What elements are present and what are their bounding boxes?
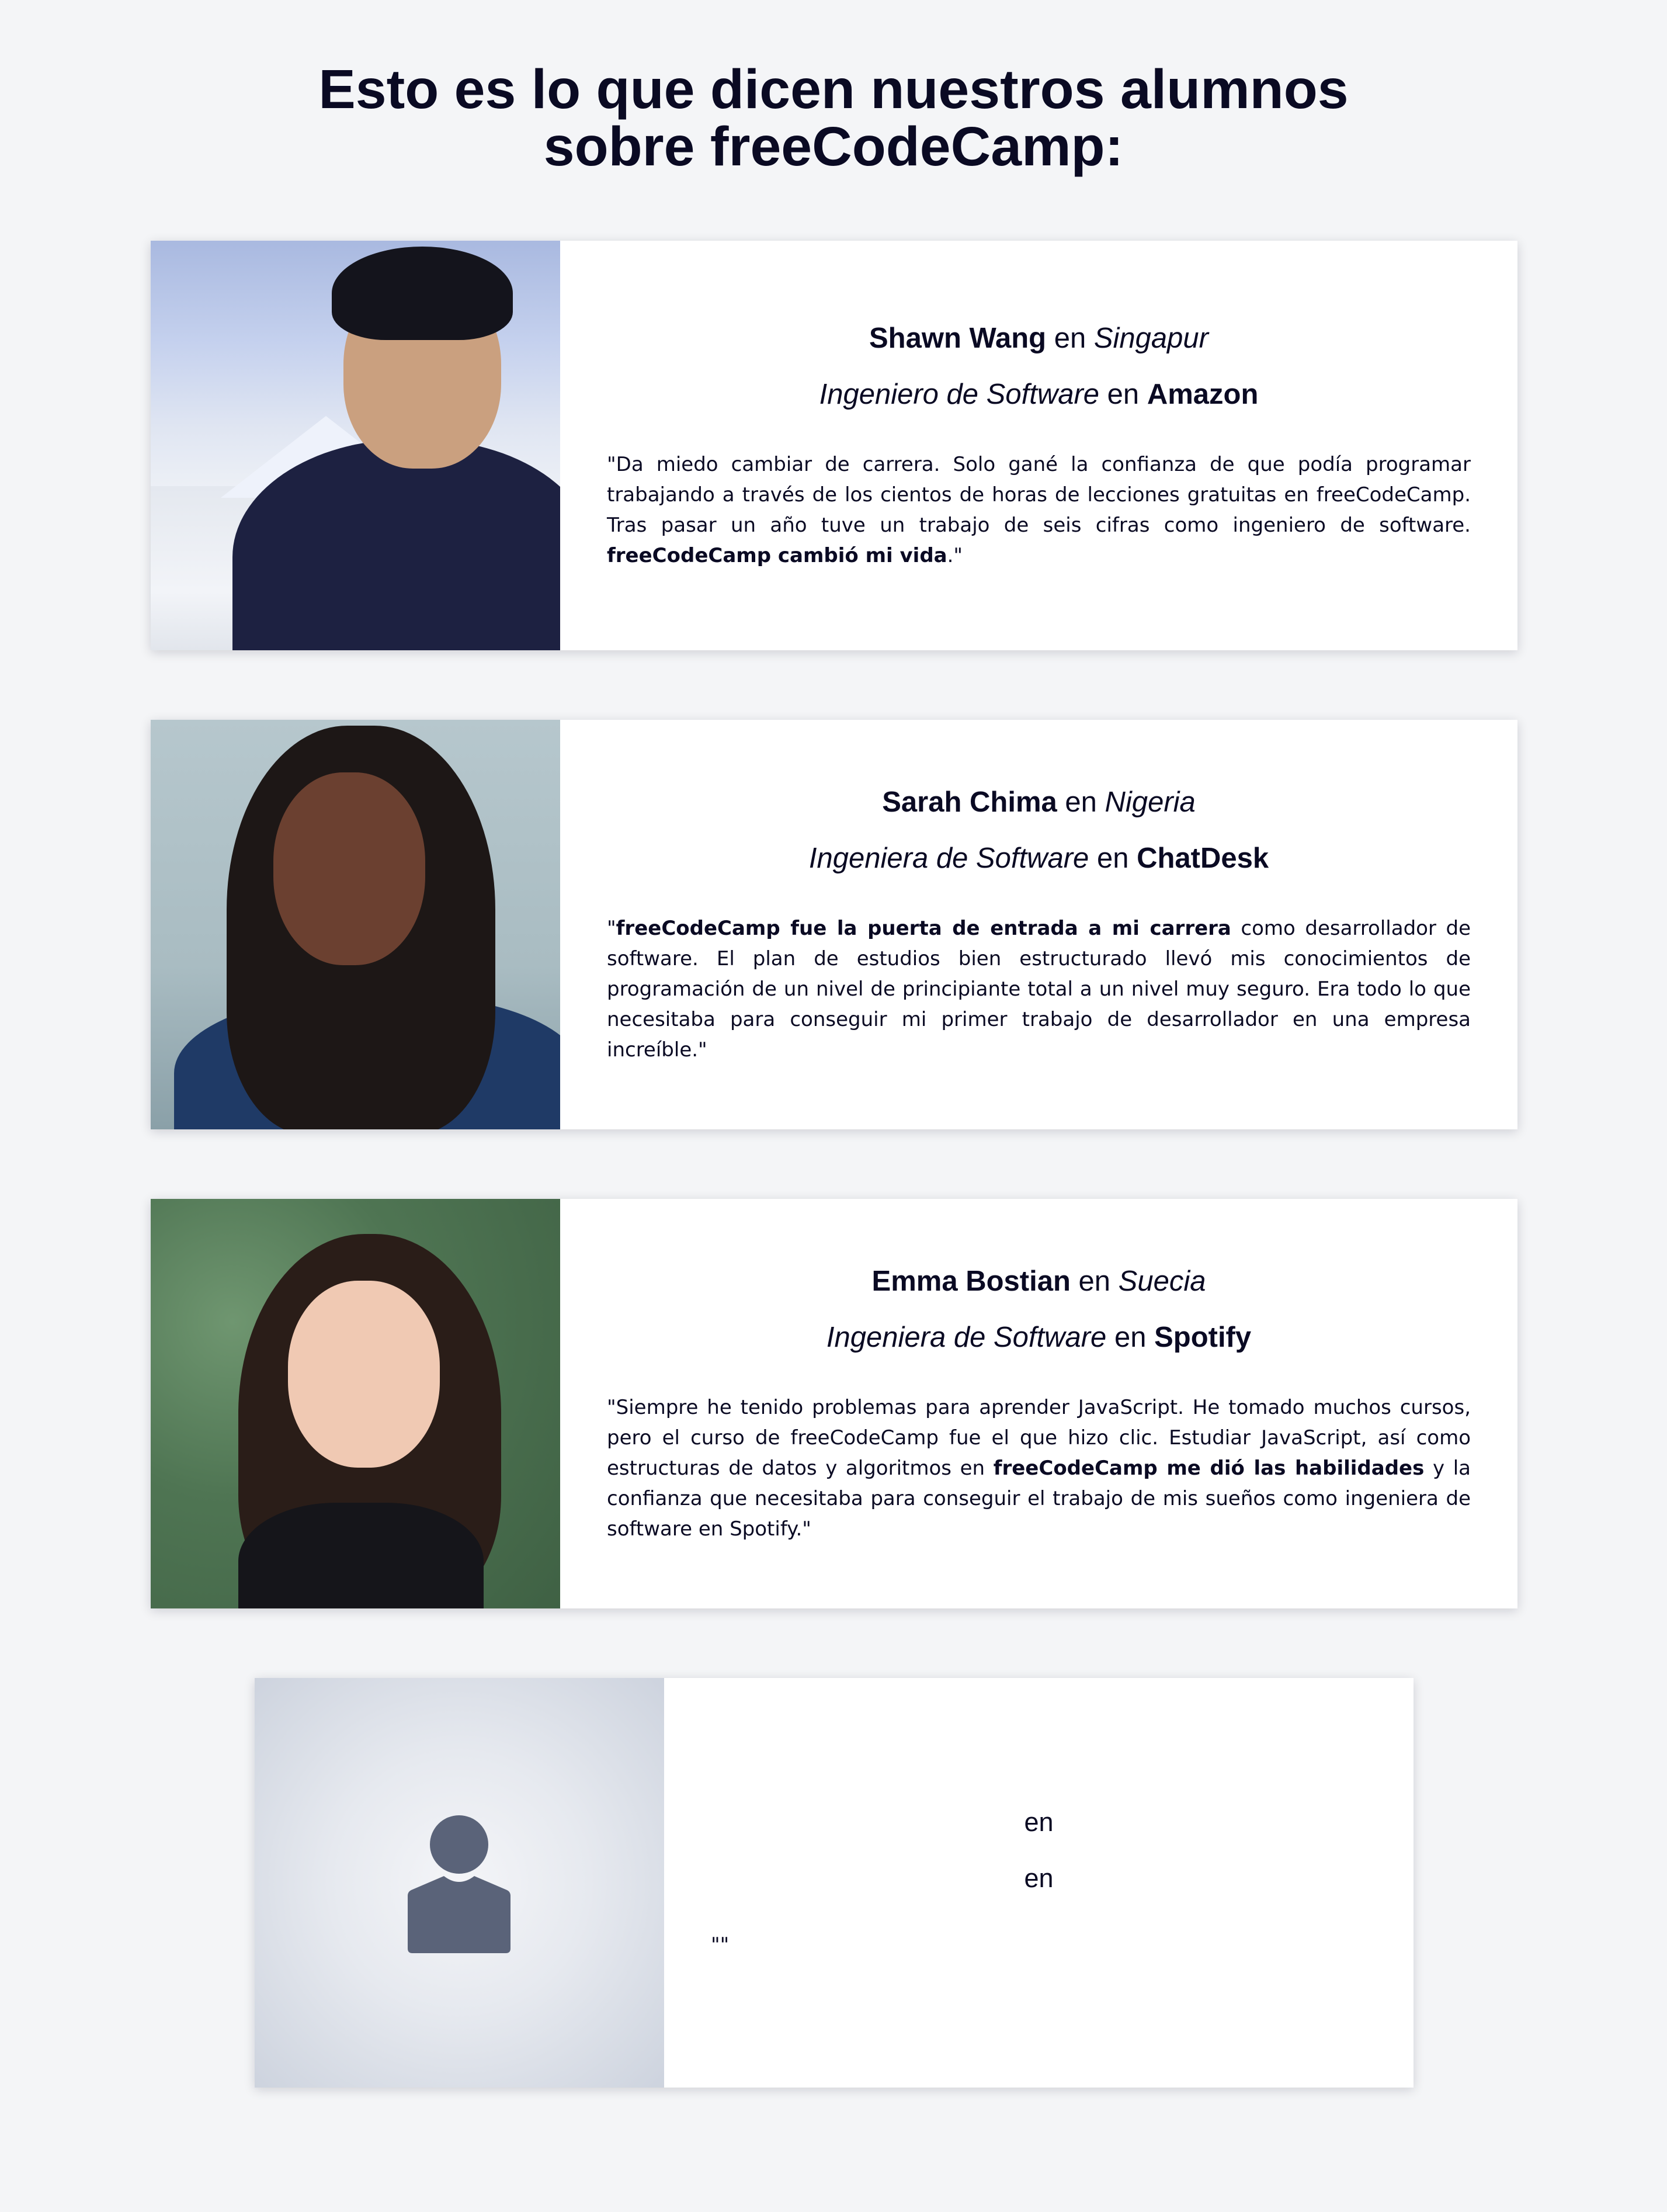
testimonial-body: Emma Bostian en Suecia Ingeniera de Soft… xyxy=(560,1199,1517,1608)
testimonial-company: Spotify xyxy=(1154,1321,1252,1353)
testimonial-body: en en "" xyxy=(664,1678,1414,2088)
testimonial-location: Singapur xyxy=(1093,322,1208,354)
testimonial-quote: "Siempre he tenido problemas para aprend… xyxy=(607,1392,1471,1544)
testimonial-card-sarah-chima: Sarah Chima en Nigeria Ingeniera de Soft… xyxy=(151,720,1517,1129)
testimonial-role: Ingeniera de Software xyxy=(808,842,1089,874)
testimonial-company: ChatDesk xyxy=(1137,842,1269,874)
quote-mark: " xyxy=(607,916,616,940)
connector-text: en xyxy=(1065,786,1097,818)
testimonial-name: Sarah Chima xyxy=(882,786,1057,818)
quote-highlight: freeCodeCamp cambió mi vida xyxy=(607,543,947,567)
testimonial-body: Shawn Wang en Singapur Ingeniero de Soft… xyxy=(560,241,1517,650)
testimonial-name-location: Emma Bostian en Suecia xyxy=(607,1264,1471,1299)
testimonial-role-company: en xyxy=(1024,1863,1054,1893)
quote-mark: " xyxy=(607,452,616,476)
quote-highlight: freeCodeCamp me dió las habilidades xyxy=(993,1456,1425,1480)
connector-text: en xyxy=(1096,842,1129,874)
testimonial-photo-placeholder xyxy=(255,1678,664,2088)
testimonial-photo xyxy=(151,1199,560,1608)
testimonial-photo xyxy=(151,241,560,650)
quote-text-end: ." xyxy=(947,543,963,567)
connector-text: en xyxy=(1107,378,1140,410)
connector-text: en xyxy=(1114,1321,1147,1353)
page-title-line-2: sobre freeCodeCamp: xyxy=(543,116,1124,178)
connector-text: en xyxy=(1054,322,1086,354)
page-title: Esto es lo que dicen nuestros alumnos so… xyxy=(0,61,1667,175)
testimonial-name-location: en xyxy=(1024,1807,1054,1837)
testimonial-role-company: Ingeniera de Software en ChatDesk xyxy=(607,841,1471,876)
quote-text: Da miedo cambiar de carrera. Solo gané l… xyxy=(607,452,1471,537)
testimonial-name: Shawn Wang xyxy=(869,322,1047,354)
testimonial-body: Sarah Chima en Nigeria Ingeniera de Soft… xyxy=(560,720,1517,1129)
testimonial-card-placeholder: en en "" xyxy=(255,1678,1414,2088)
testimonial-role-company: Ingeniera de Software en Spotify xyxy=(607,1320,1471,1355)
testimonial-quote: "Da miedo cambiar de carrera. Solo gané … xyxy=(607,449,1471,571)
testimonial-role: Ingeniera de Software xyxy=(826,1321,1107,1353)
testimonial-role: Ingeniero de Software xyxy=(819,378,1100,410)
testimonial-location: Nigeria xyxy=(1105,786,1196,818)
user-avatar-icon xyxy=(408,1815,510,1953)
testimonial-location: Suecia xyxy=(1118,1265,1206,1297)
quote-highlight: freeCodeCamp fue la puerta de entrada a … xyxy=(616,916,1231,940)
connector-text: en xyxy=(1078,1265,1111,1297)
testimonial-quote: "" xyxy=(711,1933,730,1957)
testimonial-card-emma-bostian: Emma Bostian en Suecia Ingeniera de Soft… xyxy=(151,1199,1517,1608)
page-title-line-1: Esto es lo que dicen nuestros alumnos xyxy=(318,58,1349,120)
testimonial-name-location: Sarah Chima en Nigeria xyxy=(607,785,1471,820)
testimonial-quote: "freeCodeCamp fue la puerta de entrada a… xyxy=(607,913,1471,1065)
testimonial-name: Emma Bostian xyxy=(871,1265,1071,1297)
testimonial-company: Amazon xyxy=(1147,378,1259,410)
testimonial-name-location: Shawn Wang en Singapur xyxy=(607,321,1471,356)
testimonial-photo xyxy=(151,720,560,1129)
testimonial-role-company: Ingeniero de Software en Amazon xyxy=(607,377,1471,412)
testimonial-card-shawn-wang: Shawn Wang en Singapur Ingeniero de Soft… xyxy=(151,241,1517,650)
